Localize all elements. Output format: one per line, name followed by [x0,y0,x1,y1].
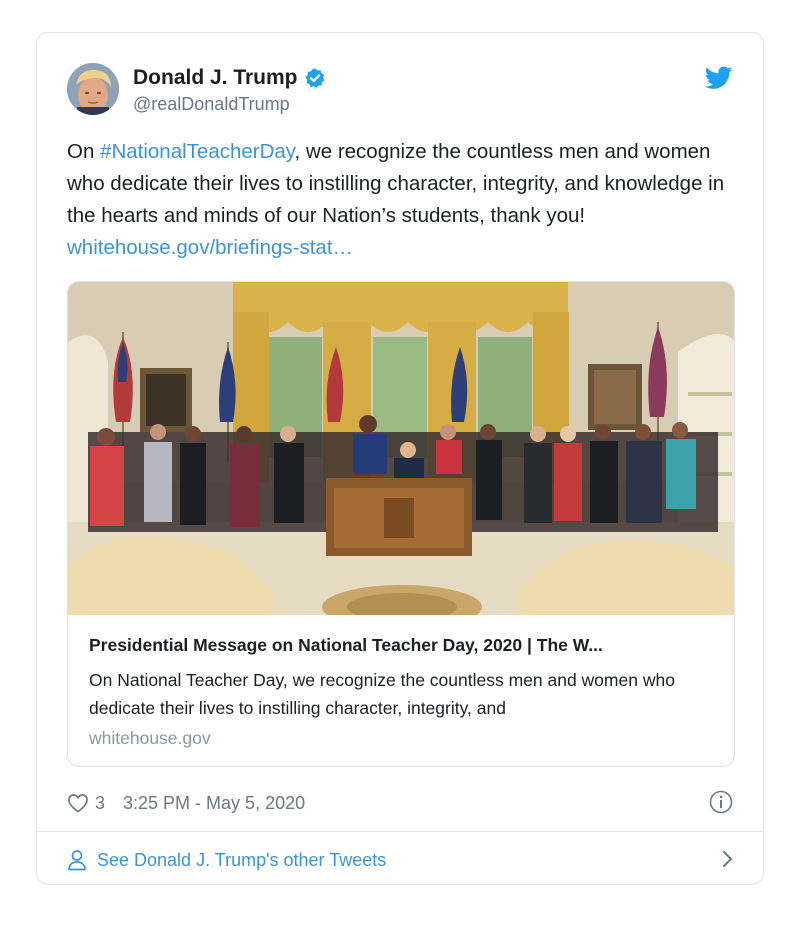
author-name[interactable]: Donald J. Trump [133,66,298,90]
see-other-tweets-label[interactable]: See Donald J. Trump's other Tweets [97,850,386,871]
person-icon [68,850,86,871]
link-preview-image [68,282,734,615]
link-preview-card[interactable]: Presidential Message on National Teacher… [67,281,735,767]
like-count[interactable]: 3 [95,793,105,814]
author-handle[interactable]: @realDonaldTrump [133,94,290,115]
embedded-tweet-card: Donald J. Trump @realDonaldTrump On #Nat… [36,32,764,885]
verified-badge-icon [304,68,325,88]
author-name-row[interactable]: Donald J. Trump [133,66,326,90]
tweet-text: On #NationalTeacherDay, we recognize the… [67,136,747,264]
divider [37,831,763,832]
url-link[interactable]: whitehouse.gov/briefings-stat… [67,236,353,259]
avatar[interactable] [67,63,119,115]
tweet-meta: 3 3:25 PM - May 5, 2020 [67,791,305,815]
hashtag-link[interactable]: #NationalTeacherDay [100,140,294,163]
link-preview-domain: whitehouse.gov [89,728,211,748]
see-other-tweets-link[interactable]: See Donald J. Trump's other Tweets [67,845,735,875]
tweet-text-prefix: On [67,140,101,163]
avatar-image [67,63,119,115]
tweet-timestamp[interactable]: 3:25 PM - May 5, 2020 [123,793,305,814]
link-preview-description: On National Teacher Day, we recognize th… [89,670,675,718]
link-preview-title[interactable]: Presidential Message on National Teacher… [89,635,719,656]
heart-icon[interactable] [67,793,89,813]
chevron-right-icon[interactable] [721,849,735,869]
info-icon[interactable] [709,790,733,814]
twitter-bird-icon[interactable] [705,66,733,90]
